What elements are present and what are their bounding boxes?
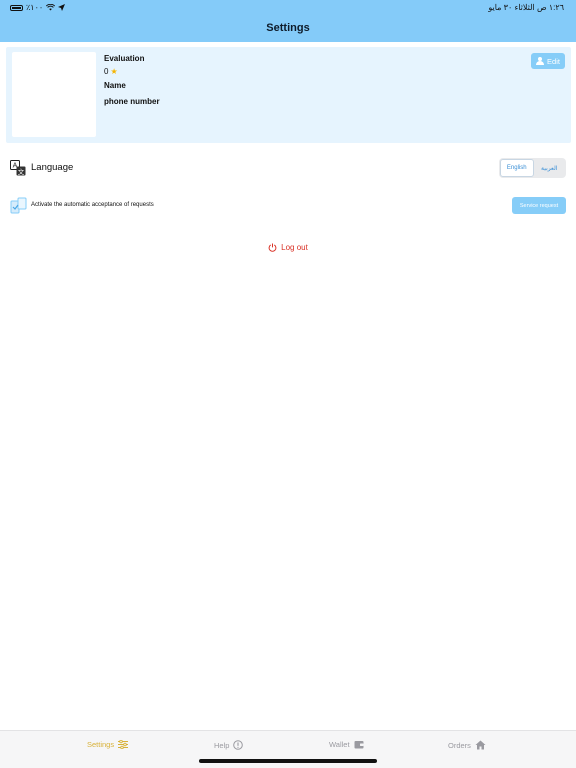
battery-percent: ٪١٠٠ (26, 3, 44, 12)
language-row: A 文 Language English العربية (10, 158, 566, 178)
evaluation-label: Evaluation (104, 54, 145, 63)
auto-accept-row: Activate the automatic acceptance of req… (10, 197, 566, 215)
info-icon (233, 740, 244, 750)
edit-label: Edit (547, 56, 560, 66)
tab-orders-label: Orders (448, 740, 471, 750)
home-indicator (199, 759, 377, 763)
phone-label: phone number (104, 97, 160, 106)
status-datetime: ١:٢٦ ص الثلاثاء ٣٠ مايو (488, 3, 564, 12)
sliders-icon (118, 740, 129, 749)
language-segmented-control: English العربية (499, 158, 566, 178)
svg-text:文: 文 (18, 167, 25, 176)
page-title: Settings (266, 22, 310, 34)
edit-profile-button[interactable]: Edit (531, 53, 565, 69)
header: ٪١٠٠ ١:٢٦ ص الثلاثاء ٣٠ مايو Settings (0, 0, 576, 42)
edit-user-icon (536, 57, 545, 65)
rating-value: 0 (104, 67, 109, 76)
tab-orders[interactable]: Orders (448, 740, 486, 750)
home-icon (475, 740, 486, 750)
auto-accept-label: Activate the automatic acceptance of req… (31, 202, 154, 208)
status-bar: ٪١٠٠ ١:٢٦ ص الثلاثاء ٣٠ مايو (0, 3, 576, 15)
logout-label: Log out (281, 243, 308, 252)
name-label: Name (104, 81, 126, 90)
tab-help[interactable]: Help (214, 740, 244, 750)
tab-settings[interactable]: Settings (87, 740, 129, 749)
star-icon: ★ (110, 67, 118, 76)
tab-wallet[interactable]: Wallet (329, 740, 364, 749)
avatar[interactable] (12, 52, 96, 137)
language-option-english[interactable]: English (500, 159, 534, 177)
wallet-icon (354, 741, 364, 749)
battery-icon (10, 4, 23, 11)
language-option-arabic[interactable]: العربية (534, 159, 566, 177)
service-request-button[interactable]: Service request (512, 197, 566, 214)
translate-icon: A 文 (10, 160, 26, 176)
logout-button[interactable]: Log out (0, 243, 576, 252)
auto-accept-icon (10, 197, 27, 214)
language-label: Language (31, 162, 74, 173)
tab-settings-label: Settings (87, 740, 115, 749)
location-icon (58, 4, 66, 11)
power-icon (268, 243, 277, 252)
tab-help-label: Help (214, 740, 230, 750)
rating: 0 ★ (104, 67, 118, 76)
wifi-icon (46, 4, 56, 11)
profile-card: Evaluation 0 ★ Name phone number Edit (6, 47, 571, 143)
tab-wallet-label: Wallet (329, 740, 350, 749)
status-left: ٪١٠٠ (10, 3, 66, 12)
